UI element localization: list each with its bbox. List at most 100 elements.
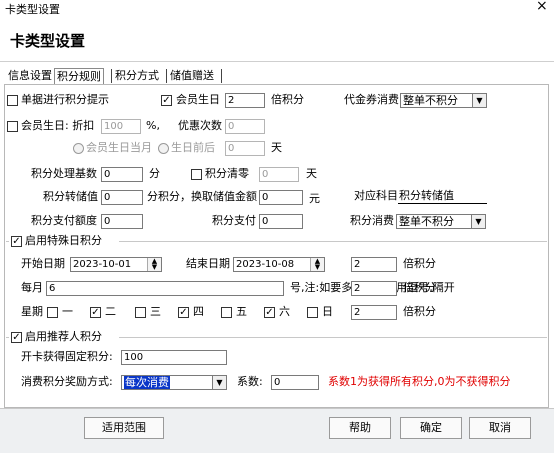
member-birthday-checkbox[interactable]: ✓: [161, 95, 172, 106]
help-button[interactable]: 帮助: [329, 417, 391, 439]
weekday-label: 一: [62, 305, 73, 318]
chevron-down-icon: ▼: [471, 215, 485, 228]
weekday-label: 四: [193, 305, 204, 318]
weekday-label: 六: [279, 305, 290, 318]
page-title: 卡类型设置: [10, 32, 86, 50]
tab-points-method[interactable]: 积分方式: [113, 68, 161, 85]
weekday-checkbox-wed[interactable]: [135, 307, 146, 318]
spinner-icon[interactable]: ▲ ▼: [147, 258, 161, 271]
coefficient-note: 系数1为获得所有积分,0为不获得积分: [328, 375, 511, 388]
voucher-select[interactable]: 整单不积分 ▼: [400, 93, 487, 108]
points-consume-label: 积分消费: [350, 214, 394, 227]
birthday-discount-checkbox[interactable]: [7, 121, 18, 132]
reward-mode-select[interactable]: 每次消费 ▼: [121, 375, 227, 390]
birthday-around-label: 生日前后: [171, 141, 215, 154]
points-consume-value: 整单不积分: [399, 215, 454, 228]
title-bar: 卡类型设置 ×: [0, 0, 554, 16]
ok-button[interactable]: 确定: [400, 417, 462, 439]
date-multiplier-unit: 倍积分: [403, 257, 436, 270]
birthday-discount-label: 会员生日: 折扣: [21, 119, 95, 132]
spinner-icon[interactable]: ▲ ▼: [310, 258, 324, 271]
birthday-around-radio[interactable]: [158, 143, 169, 154]
subject-value[interactable]: 积分转储值: [399, 189, 454, 203]
dialog-header: 卡类型设置: [0, 16, 554, 62]
points-pay-label: 积分支付: [212, 214, 256, 227]
chevron-down-icon: ▼: [212, 376, 226, 389]
fixed-points-input[interactable]: 100: [121, 350, 227, 365]
voucher-label: 代金券消费: [344, 93, 399, 106]
monthly-days-input[interactable]: 6: [46, 281, 284, 296]
dialog-footer: 适用范围 帮助 确定 取消: [0, 408, 554, 453]
weekday-checkbox-fri[interactable]: [221, 307, 232, 318]
tab-stored-value-gift[interactable]: 储值赠送: [168, 68, 216, 85]
special-day-label: 启用特殊日积分: [25, 234, 102, 247]
weekday-label: 日: [322, 305, 333, 318]
monthly-multiplier-input[interactable]: 2: [351, 281, 397, 296]
points-base-label: 积分处理基数: [31, 167, 97, 180]
tab-info-settings[interactable]: 信息设置: [6, 68, 54, 85]
weekday-checkbox-sun[interactable]: [307, 307, 318, 318]
points-quota-input[interactable]: 0: [101, 214, 143, 229]
monthly-label: 每月: [21, 281, 43, 294]
points-convert-mid-label: 分积分，换取储值金额: [147, 190, 257, 203]
date-multiplier-input[interactable]: 2: [351, 257, 397, 272]
days-unit-label: 天: [271, 141, 282, 154]
amount-unit-label: 元: [309, 192, 320, 205]
coefficient-input[interactable]: 0: [271, 375, 319, 390]
stored-amount-input[interactable]: 0: [259, 190, 303, 205]
weekday-checkbox-thu[interactable]: ✓: [178, 307, 189, 318]
discount-times-input[interactable]: 0: [225, 119, 265, 134]
coefficient-label: 系数:: [237, 375, 263, 388]
start-date-label: 开始日期: [21, 257, 65, 270]
end-date-label: 结束日期: [186, 257, 230, 270]
tab-points-rules[interactable]: 积分规则: [54, 68, 104, 85]
tab-separator: [166, 69, 167, 83]
points-consume-select[interactable]: 整单不积分 ▼: [396, 214, 486, 229]
chevron-down-icon: ▼: [472, 94, 486, 107]
week-label: 星期: [21, 305, 43, 318]
fixed-points-label: 开卡获得固定积分:: [21, 350, 113, 363]
window-title: 卡类型设置: [5, 3, 60, 16]
subject-underline: [398, 203, 487, 204]
close-icon[interactable]: ×: [536, 0, 548, 14]
points-clear-input[interactable]: 0: [259, 167, 299, 182]
birthday-month-radio[interactable]: [73, 143, 84, 154]
end-date-value: 2023-10-08: [236, 259, 295, 270]
points-convert-label: 积分转储值: [43, 190, 98, 203]
voucher-select-value: 整单不积分: [403, 94, 458, 107]
weekday-checkbox-sat[interactable]: ✓: [264, 307, 275, 318]
monthly-multiplier-unit: 倍积分: [403, 281, 436, 294]
weekday-label: 三: [150, 305, 161, 318]
week-multiplier-unit: 倍积分: [403, 305, 436, 318]
points-base-input[interactable]: 0: [101, 167, 143, 182]
discount-times-label: 优惠次数: [178, 119, 222, 132]
points-clear-label: 积分清零: [205, 167, 249, 180]
points-base-unit: 分: [149, 167, 160, 180]
referral-label: 启用推荐人积分: [25, 330, 102, 343]
week-multiplier-input[interactable]: 2: [351, 305, 397, 320]
multiplier-unit-label: 倍积分: [271, 93, 304, 106]
points-tip-checkbox[interactable]: [7, 95, 18, 106]
weekday-label: 五: [236, 305, 247, 318]
referral-checkbox[interactable]: ✓: [11, 332, 22, 343]
end-date-input[interactable]: 2023-10-08 ▲ ▼: [233, 257, 325, 272]
percent-label: %,: [146, 119, 160, 132]
weekday-checkbox-tue[interactable]: ✓: [90, 307, 101, 318]
scope-button[interactable]: 适用范围: [84, 417, 164, 439]
tab-separator: [111, 69, 112, 83]
member-birthday-label: 会员生日: [176, 93, 220, 106]
discount-input[interactable]: 100: [101, 119, 141, 134]
tab-separator: [221, 69, 222, 83]
points-clear-unit: 天: [306, 167, 317, 180]
points-convert-input[interactable]: 0: [101, 190, 143, 205]
special-day-checkbox[interactable]: ✓: [11, 236, 22, 247]
points-pay-input[interactable]: 0: [259, 214, 303, 229]
cancel-button[interactable]: 取消: [469, 417, 531, 439]
birthday-around-input[interactable]: 0: [225, 141, 265, 156]
start-date-input[interactable]: 2023-10-01 ▲ ▼: [70, 257, 162, 272]
points-clear-checkbox[interactable]: [191, 169, 202, 180]
reward-mode-label: 消费积分奖励方式:: [21, 375, 113, 388]
birthday-multiplier-input[interactable]: 2: [225, 93, 265, 108]
reward-mode-value: 每次消费: [124, 376, 170, 389]
weekday-checkbox-mon[interactable]: [47, 307, 58, 318]
